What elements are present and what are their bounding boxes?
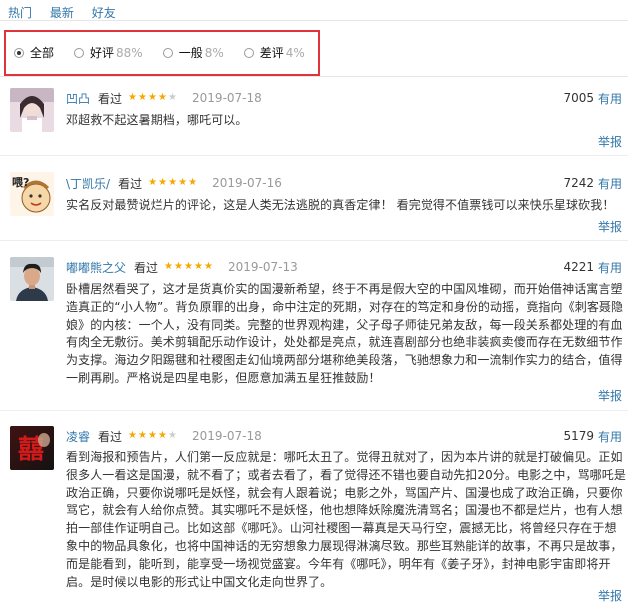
watched-label: 看过 — [98, 429, 123, 444]
tab-friends[interactable]: 好友 — [92, 6, 116, 20]
star-filled-icon: ★ — [164, 261, 173, 272]
vote-count: 5179 — [563, 429, 594, 443]
review-content: 邓超救不起这暑期档，哪吒可以。 — [66, 113, 248, 127]
filter-negative-percent: 4% — [285, 45, 305, 60]
star-filled-icon: ★ — [148, 92, 157, 103]
man-photo-avatar[interactable] — [10, 257, 54, 301]
star-filled-icon: ★ — [128, 430, 137, 441]
review-date: 2019-07-18 — [192, 91, 262, 105]
review-date: 2019-07-16 — [212, 176, 282, 190]
star-filled-icon: ★ — [138, 92, 147, 103]
useful-link[interactable]: 有用 — [598, 90, 622, 107]
star-filled-icon: ★ — [138, 430, 147, 441]
review-divider — [0, 410, 628, 411]
tab-hot[interactable]: 热门 — [8, 6, 32, 20]
radio-icon[interactable] — [74, 47, 85, 58]
useful-link[interactable]: 有用 — [598, 259, 622, 276]
girl-photo-avatar[interactable] — [10, 88, 54, 132]
star-filled-icon: ★ — [148, 177, 158, 188]
star-filled-icon: ★ — [168, 177, 178, 188]
star-filled-icon: ★ — [158, 430, 167, 441]
review-tabs: 热门 最新 好友 — [8, 4, 130, 20]
svg-text:喂?: 喂? — [12, 176, 29, 189]
star-filled-icon: ★ — [128, 92, 137, 103]
radio-icon[interactable] — [243, 47, 254, 58]
rating-stars: ★ ★ ★ ★ ★ — [148, 178, 198, 188]
report-link[interactable]: 举报 — [598, 587, 622, 604]
star-filled-icon: ★ — [204, 261, 213, 272]
star-filled-icon: ★ — [178, 177, 188, 188]
radio-checked-icon[interactable] — [14, 47, 24, 58]
star-filled-icon: ★ — [158, 177, 168, 188]
filter-negative-label: 差评 — [259, 46, 284, 60]
watched-label: 看过 — [118, 176, 143, 191]
useful-link[interactable]: 有用 — [598, 428, 622, 445]
report-link[interactable]: 举报 — [598, 133, 622, 150]
vote-count: 4221 — [563, 260, 594, 274]
filter-negative[interactable]: 差评 4% — [243, 44, 305, 61]
useful-link[interactable]: 有用 — [598, 175, 622, 192]
filter-all[interactable]: 全部 — [14, 44, 54, 61]
review-author-link[interactable]: 嘟嘟熊之父 — [66, 259, 126, 276]
filter-positive-label: 好评 — [90, 46, 115, 60]
tab-latest[interactable]: 最新 — [50, 6, 74, 20]
star-filled-icon: ★ — [184, 261, 193, 272]
rating-stars: ★ ★ ★ ★ ★ — [164, 262, 214, 272]
vote-count: 7005 — [563, 91, 594, 105]
review-content: 卧槽居然看哭了，这才是货真价实的国漫新希望，终于不再是假大空的中国风堆砌，而开始… — [66, 282, 624, 385]
review-author-link[interactable]: \丁凯乐/ — [66, 175, 110, 192]
star-empty-icon: ★ — [168, 430, 177, 441]
star-filled-icon: ★ — [148, 430, 157, 441]
filter-divider — [0, 76, 628, 77]
rating-stars: ★ ★ ★ ★ ★ — [128, 93, 178, 103]
filter-neutral[interactable]: 一般 8% — [162, 44, 224, 61]
review-divider — [0, 155, 628, 156]
star-filled-icon: ★ — [158, 92, 167, 103]
star-filled-icon: ★ — [188, 177, 198, 188]
movie-poster-avatar[interactable]: 囍 — [10, 426, 54, 470]
report-link[interactable]: 举报 — [598, 387, 622, 404]
review-divider — [0, 240, 628, 241]
filter-neutral-percent: 8% — [204, 45, 224, 60]
vote-count: 7242 — [563, 176, 594, 190]
star-filled-icon: ★ — [174, 261, 183, 272]
review-date: 2019-07-18 — [192, 429, 262, 443]
rating-stars: ★ ★ ★ ★ ★ — [128, 431, 178, 441]
review-author-link[interactable]: 凹凸 — [66, 90, 90, 107]
radio-icon[interactable] — [162, 47, 173, 58]
star-empty-icon: ★ — [168, 92, 177, 103]
filter-all-label: 全部 — [30, 46, 55, 60]
filter-neutral-label: 一般 — [178, 46, 203, 60]
star-filled-icon: ★ — [194, 261, 203, 272]
filter-positive[interactable]: 好评 88% — [74, 44, 143, 61]
cartoon-avatar[interactable]: 喂? — [10, 172, 54, 216]
watched-label: 看过 — [134, 260, 159, 275]
filter-positive-percent: 88% — [116, 45, 143, 60]
report-link[interactable]: 举报 — [598, 218, 622, 235]
rating-filter-bar: 全部 好评 88% 一般 8% 差评 4% — [14, 44, 325, 61]
watched-label: 看过 — [98, 91, 123, 106]
review-content: 实名反对最赞说烂片的评论，这是人类无法逃脱的真香定律！ 看完觉得不值票钱可以来快… — [66, 198, 615, 212]
review-date: 2019-07-13 — [228, 260, 298, 274]
review-author-link[interactable]: 凌睿 — [66, 428, 90, 445]
review-content: 看到海报和预告片，人们第一反应就是：哪吒太丑了。觉得丑就对了，因为本片讲的就是打… — [66, 450, 626, 589]
tabs-divider — [0, 20, 628, 21]
